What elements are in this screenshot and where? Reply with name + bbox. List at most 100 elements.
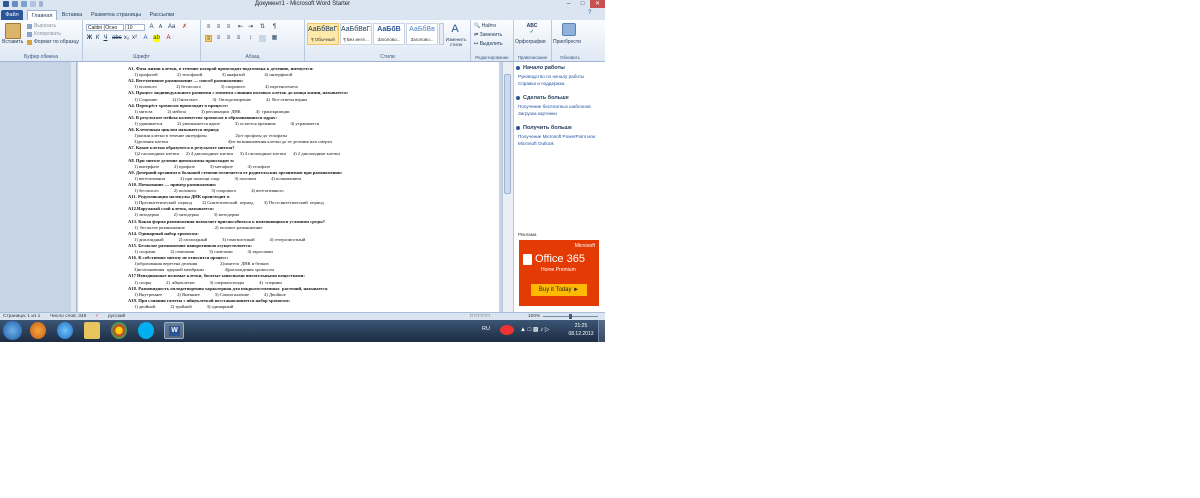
highlight-icon[interactable]: ab bbox=[153, 35, 160, 42]
answer-line[interactable]: 1)образования веретена деления 2)синтеза… bbox=[134, 261, 269, 266]
question-line[interactable]: A10. Почкование — пример размножения: bbox=[128, 182, 216, 187]
superscript-icon[interactable]: x² bbox=[131, 35, 138, 42]
paste-button[interactable]: Вставить bbox=[2, 39, 23, 45]
answer-line[interactable]: 3)исчезновения ядерной мембраны 4)расхож… bbox=[134, 267, 274, 272]
question-line[interactable]: A2. Вегетативное размножение — способ ра… bbox=[128, 78, 243, 83]
numbering-icon[interactable]: ≡ bbox=[215, 24, 222, 31]
bullets-icon[interactable]: ≡ bbox=[205, 24, 212, 31]
document-page[interactable]: A1. Фаза жизни клетки, в течение которой… bbox=[78, 62, 499, 312]
question-line[interactable]: A8. При митозе деление цитоплазмы происх… bbox=[128, 158, 234, 163]
question-line[interactable]: A13. Какая форма размножения позволяет п… bbox=[128, 219, 325, 224]
question-line[interactable]: A14. Одинарный набор хромосом: bbox=[128, 231, 199, 236]
close-button[interactable]: ✕ bbox=[590, 0, 605, 8]
tab-insert[interactable]: Вставка bbox=[60, 10, 84, 20]
tab-page-layout[interactable]: Разметка страницы bbox=[88, 10, 144, 20]
change-case-icon[interactable]: Aa bbox=[168, 24, 175, 31]
question-line[interactable]: A4. Перекрёст хромосом происходит в проц… bbox=[128, 103, 228, 108]
tray-icons[interactable]: ▲ □ ▩ ♪ ▷ bbox=[520, 326, 550, 333]
link-get-powerpoint[interactable]: Получение Microsoft PowerPoint или bbox=[518, 134, 595, 139]
decrease-indent-icon[interactable]: ⇤ bbox=[237, 24, 244, 31]
link-get-outlook[interactable]: Microsoft Outlook bbox=[518, 141, 554, 146]
link-free-templates[interactable]: Получение бесплатных шаблонов bbox=[518, 104, 591, 109]
style-no-spacing[interactable]: АаБбВвГг, ¶ Без инте... bbox=[340, 23, 372, 45]
office365-ad[interactable]: Microsoft Office 365 Home Premium Buy it… bbox=[519, 240, 599, 306]
align-left-icon[interactable]: ≡ bbox=[205, 35, 212, 42]
question-line[interactable]: A17 Неподвижные половые клетки, богатые … bbox=[128, 273, 305, 278]
question-line[interactable]: A3. Процесс индивидуального развития с м… bbox=[128, 90, 348, 95]
answer-line[interactable]: 1) полового 2) бесполого 3) спорового 4)… bbox=[134, 84, 298, 89]
answer-line[interactable]: 1) митоза 2) мейоза 3) репликации ДНК 4)… bbox=[134, 109, 290, 114]
question-line[interactable]: A5. В результате мейоза количество хромо… bbox=[128, 115, 277, 120]
align-right-icon[interactable]: ≡ bbox=[225, 35, 232, 42]
borders-icon[interactable]: ▦ bbox=[271, 35, 278, 42]
shading-icon[interactable] bbox=[259, 35, 266, 42]
style-heading-2[interactable]: АаБбВв Заголово... bbox=[406, 23, 438, 45]
clock-date[interactable]: 08.12.2013 bbox=[566, 331, 596, 337]
file-explorer-icon[interactable] bbox=[84, 322, 100, 339]
change-styles-icon[interactable]: A bbox=[448, 23, 462, 35]
font-color-icon[interactable]: A bbox=[165, 35, 172, 42]
style-heading-1[interactable]: АаБбВ Заголово... bbox=[373, 23, 405, 45]
grow-font-icon[interactable]: A bbox=[148, 24, 155, 31]
answer-line[interactable]: 1) Пресинтетический период 2) Синтетичес… bbox=[134, 200, 324, 205]
answer-line[interactable]: 1) бесполого 2) полового 3) спорового 4)… bbox=[134, 188, 284, 193]
sort-icon[interactable]: ⇅ bbox=[259, 24, 266, 31]
select-button[interactable]: ↦ Выделить bbox=[474, 41, 503, 47]
question-line[interactable]: A19. При слиянии гаметы с яйцеклеткой во… bbox=[128, 298, 290, 303]
buy-button[interactable]: Buy it Today ► bbox=[531, 284, 587, 296]
spelling-button[interactable]: Орфография bbox=[515, 39, 546, 45]
chrome-icon[interactable] bbox=[111, 322, 127, 339]
help-icon[interactable]: ? bbox=[588, 10, 591, 16]
change-styles-button[interactable]: Изменить стили bbox=[443, 37, 469, 47]
question-line[interactable]: A1. Фаза жизни клетки, в течение которой… bbox=[128, 66, 314, 71]
vertical-scrollbar[interactable] bbox=[502, 62, 513, 312]
answer-line[interactable]: 3)деления клетки 4)от возникновения клет… bbox=[134, 139, 332, 144]
tab-file[interactable]: Файл bbox=[1, 10, 23, 20]
font-size-combo[interactable]: 10 bbox=[125, 24, 145, 31]
link-help-support[interactable]: Справка и поддержка bbox=[518, 81, 564, 86]
copy-button[interactable]: Копировать bbox=[34, 31, 61, 37]
format-painter-button[interactable]: Формат по образцу bbox=[34, 39, 79, 45]
skype-icon[interactable] bbox=[138, 322, 154, 339]
word-taskbar-button[interactable]: W bbox=[164, 322, 184, 339]
answer-line[interactable]: 1) эктодерма 2) энтодерма 3) мезодерма bbox=[134, 212, 239, 217]
answer-line[interactable]: 1) Внутреннее 2) Внешнее 3) Самоопыление… bbox=[134, 292, 286, 297]
subscript-icon[interactable]: x₂ bbox=[123, 35, 130, 42]
multilevel-list-icon[interactable]: ≡ bbox=[225, 24, 232, 31]
language-indicator[interactable]: RU bbox=[482, 326, 490, 332]
paste-icon[interactable] bbox=[5, 23, 21, 39]
justify-icon[interactable]: ≡ bbox=[235, 35, 242, 42]
answer-line[interactable]: 1) профазой 2) телофазой 3) анафазой 4) … bbox=[134, 72, 292, 77]
cut-button[interactable]: Вырезать bbox=[34, 23, 56, 29]
link-download-clipart[interactable]: Загрузка картинки bbox=[518, 111, 557, 116]
increase-indent-icon[interactable]: ⇥ bbox=[247, 24, 254, 31]
answer-line[interactable]: 1) двойной 2) тройной 3) одинарный bbox=[134, 304, 233, 309]
question-line[interactable]: A11. Редупликация молекулы ДНК происходи… bbox=[128, 194, 229, 199]
shrink-font-icon[interactable]: A bbox=[157, 24, 164, 31]
notification-icon[interactable] bbox=[500, 325, 514, 335]
text-effects-icon[interactable]: A bbox=[142, 35, 149, 42]
bold-icon[interactable]: Ж bbox=[86, 35, 93, 42]
clear-formatting-icon[interactable]: ✗ bbox=[181, 24, 188, 31]
internet-explorer-icon[interactable] bbox=[57, 322, 73, 339]
question-line[interactable]: A7. Какие клетки образуются в результате… bbox=[128, 145, 234, 150]
scrollbar-thumb[interactable] bbox=[504, 74, 511, 194]
answer-line[interactable]: 1) бесполое размножение 2) половое размн… bbox=[134, 225, 262, 230]
style-normal[interactable]: АаБбВвГг, ¶ Обычный bbox=[307, 23, 339, 45]
replace-button[interactable]: ⇄ Заменить bbox=[474, 32, 502, 38]
font-name-combo[interactable]: Calibri (Осно bbox=[86, 24, 124, 31]
italic-icon[interactable]: К bbox=[94, 35, 101, 42]
line-spacing-icon[interactable]: ↕ bbox=[247, 35, 254, 42]
answer-line[interactable]: 1)жизни клетки в течение интерфазы 2)от … bbox=[134, 133, 287, 138]
question-line[interactable]: A16. К собственно митозу не относится пр… bbox=[128, 255, 228, 260]
zoom-slider-thumb[interactable] bbox=[569, 314, 572, 319]
maximize-button[interactable]: □ bbox=[576, 0, 589, 8]
question-line[interactable]: A12.Наружный слой клеток, называется: bbox=[128, 206, 214, 211]
answer-line[interactable]: 1)2 гаплоидные клетки 2) 4 диплоидные кл… bbox=[134, 151, 340, 156]
answer-line[interactable]: 1) Старение 2) Онтогенез 3) Оплодотворен… bbox=[134, 97, 307, 102]
strikethrough-icon[interactable]: abc bbox=[112, 35, 122, 42]
purchase-button[interactable]: Приобрести bbox=[553, 39, 581, 45]
question-line[interactable]: A18. Разновидность оплодотворения характ… bbox=[128, 286, 327, 291]
question-line[interactable]: A15. Бесполое размножение папоротников о… bbox=[128, 243, 252, 248]
answer-line[interactable]: 1) спорами 2) семенами 3) гаметами 4) за… bbox=[134, 249, 273, 254]
